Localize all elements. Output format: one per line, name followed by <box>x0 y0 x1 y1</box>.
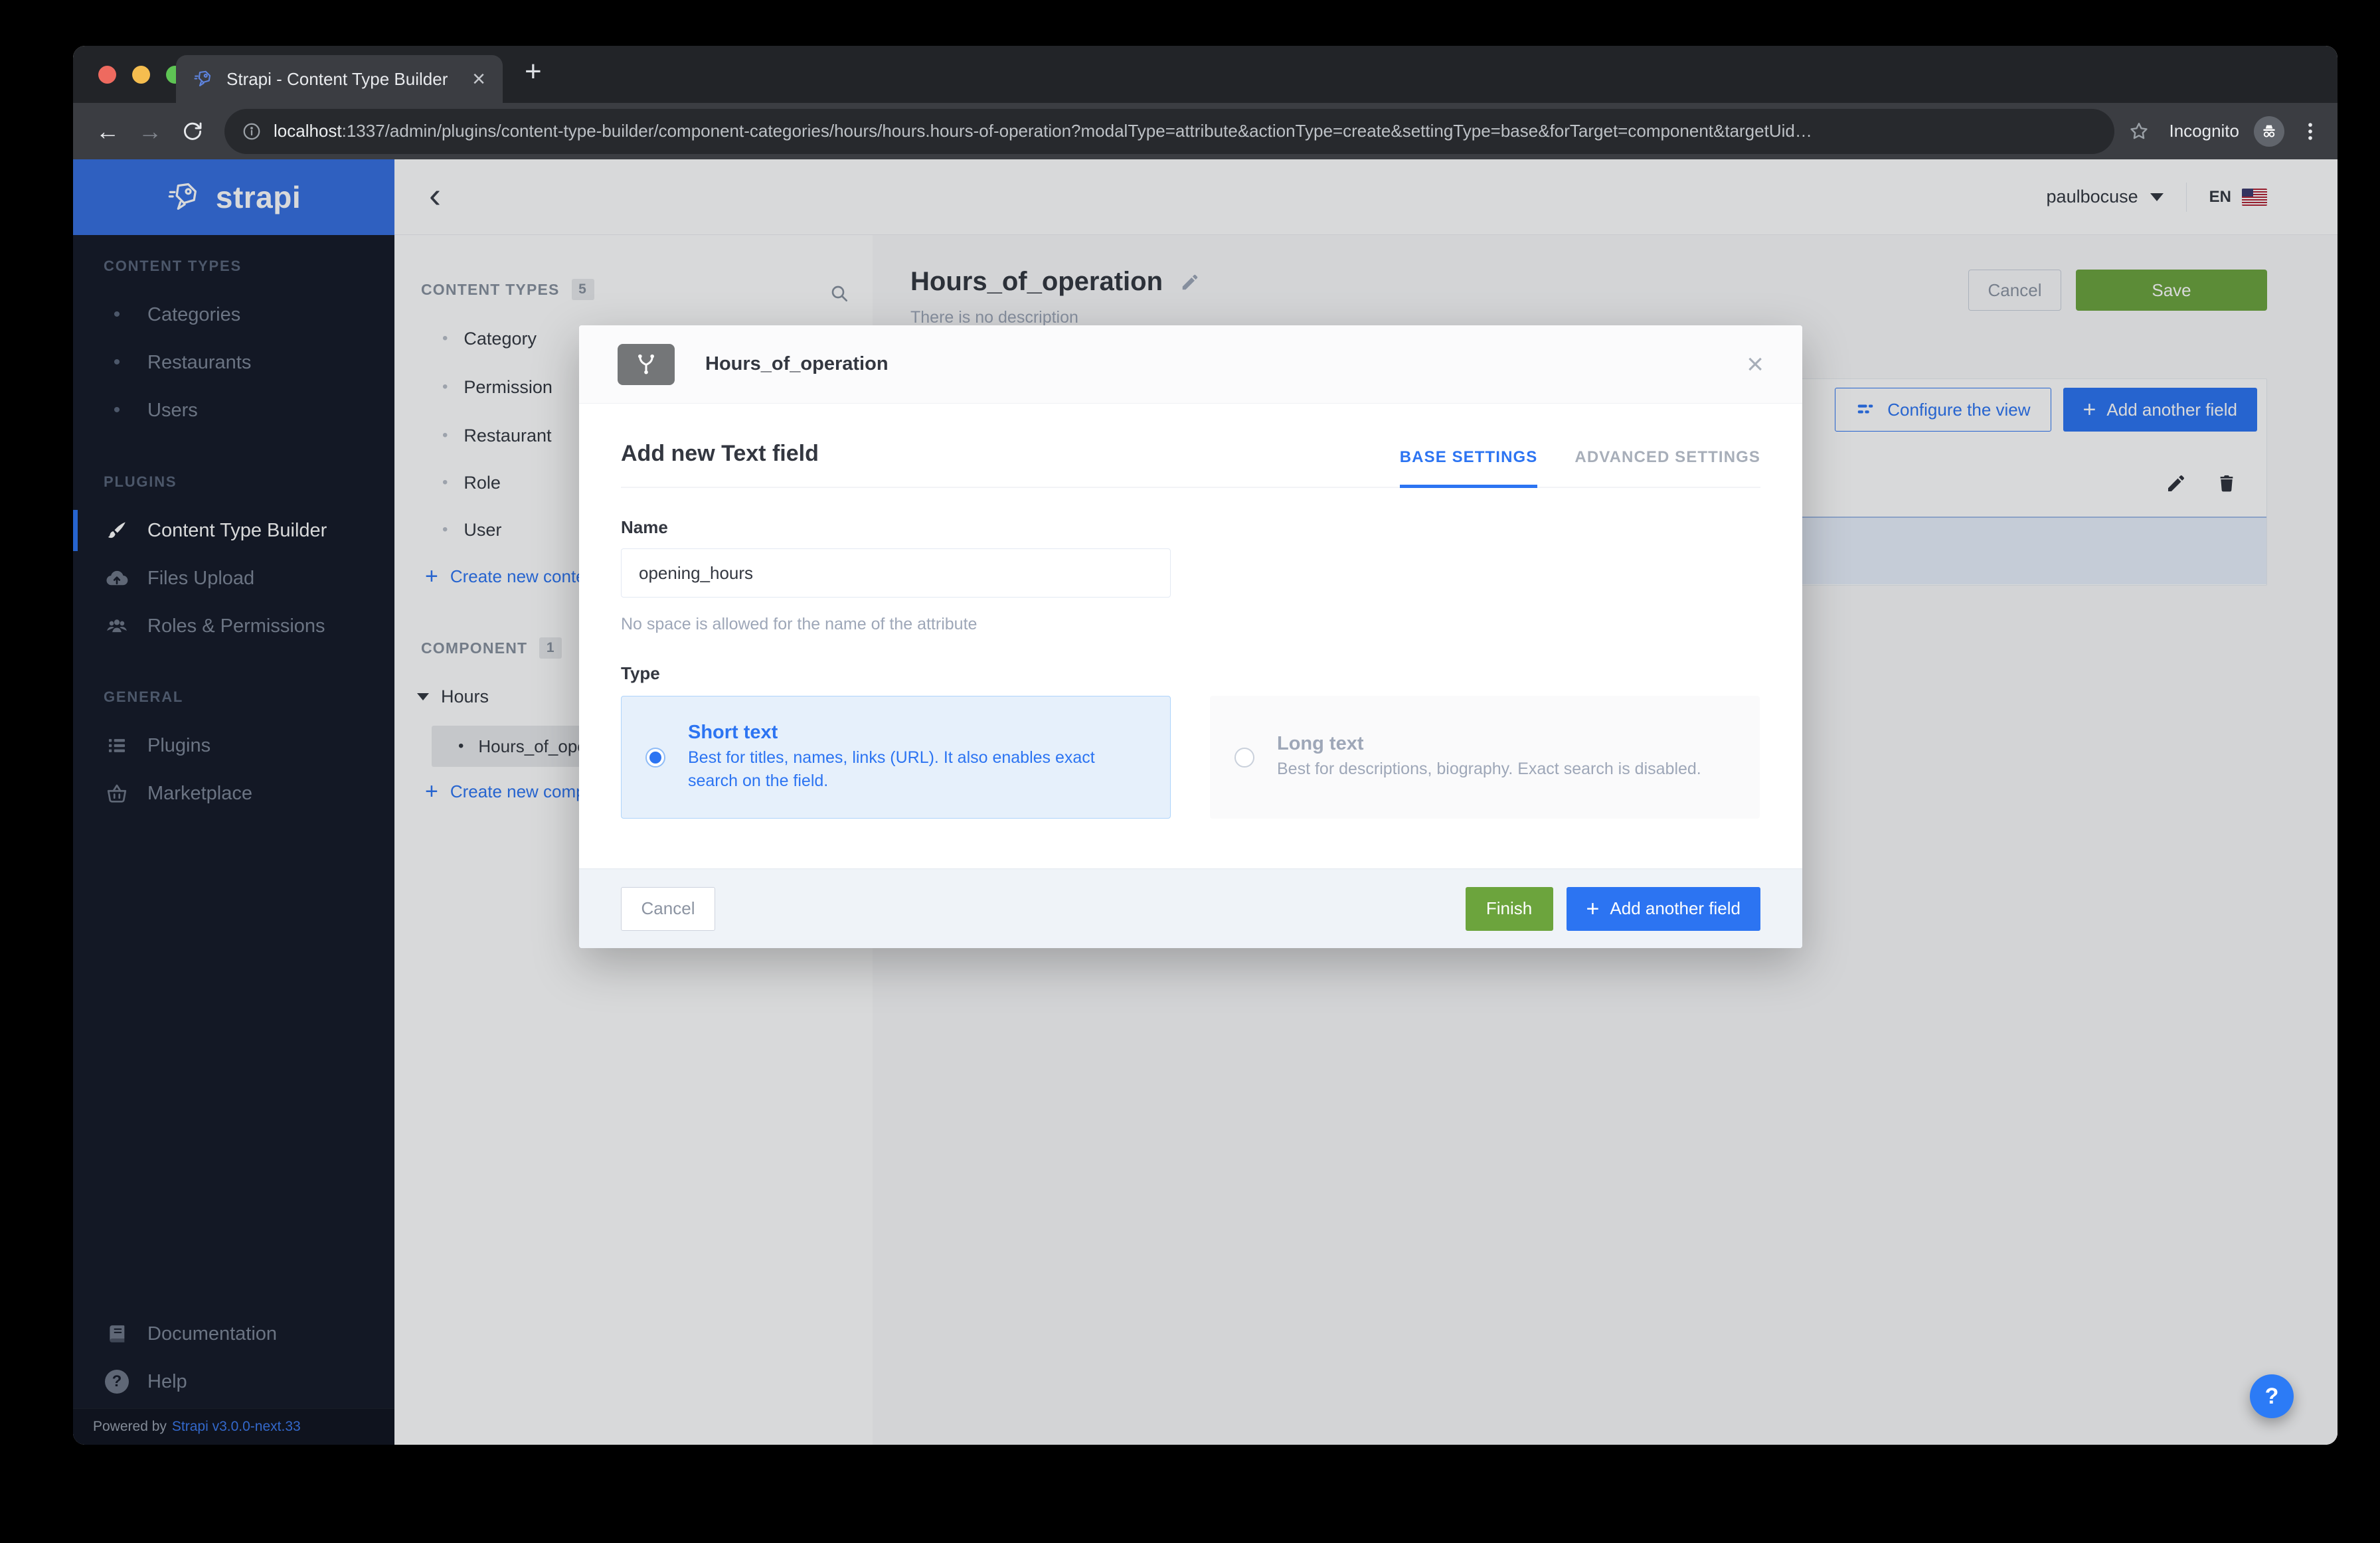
modal-title: Add new Text field <box>621 441 819 466</box>
browser-tab[interactable]: Strapi - Content Type Builder × <box>176 55 503 103</box>
tab-base-settings[interactable]: BASE SETTINGS <box>1399 448 1538 488</box>
name-helper-text: No space is allowed for the name of the … <box>621 615 978 633</box>
strapi-favicon-icon <box>193 69 213 89</box>
minimize-window-button[interactable] <box>132 66 150 84</box>
component-branch-icon <box>618 343 675 385</box>
modal-body: Add new Text field BASE SETTINGS ADVANCE… <box>579 404 1802 819</box>
new-tab-button[interactable]: + <box>525 55 542 88</box>
modal-footer: Cancel Finish + Add another field <box>579 868 1802 948</box>
radio-selected-icon[interactable] <box>645 747 665 768</box>
forward-icon[interactable]: → <box>131 118 169 145</box>
modal-title-row: Add new Text field BASE SETTINGS ADVANCE… <box>621 404 1760 488</box>
close-window-button[interactable] <box>98 66 116 84</box>
url-bar[interactable]: localhost:1337/admin/plugins/content-typ… <box>224 108 2115 154</box>
tab-advanced-settings[interactable]: ADVANCED SETTINGS <box>1574 448 1760 487</box>
name-field-label: Name <box>621 517 668 537</box>
type-option-short-text[interactable]: Short text Best for titles, names, links… <box>621 696 1171 819</box>
url-path: :1337/admin/plugins/content-type-builder… <box>341 121 1812 141</box>
url-text: localhost:1337/admin/plugins/content-typ… <box>274 121 1812 141</box>
modal-header-title: Hours_of_operation <box>705 353 889 374</box>
window-controls <box>98 66 184 84</box>
modal-footer-actions: Finish + Add another field <box>1465 886 1760 931</box>
modal-close-icon[interactable]: × <box>1746 349 1764 379</box>
bookmark-star-icon[interactable] <box>2128 120 2150 143</box>
tab-title: Strapi - Content Type Builder <box>226 68 448 89</box>
plus-icon: + <box>1586 896 1600 922</box>
incognito-icon <box>2254 116 2284 147</box>
url-host: localhost <box>274 121 342 141</box>
incognito-label: Incognito <box>2169 121 2239 141</box>
site-info-icon[interactable] <box>242 122 262 141</box>
type-option-title: Short text <box>688 721 778 743</box>
reload-icon[interactable] <box>174 120 211 143</box>
tab-close-icon[interactable]: × <box>472 68 485 90</box>
type-options: Short text Best for titles, names, links… <box>621 696 1760 819</box>
type-option-desc: Best for descriptions, biography. Exact … <box>1277 760 1701 779</box>
add-field-modal: Hours_of_operation × Add new Text field … <box>579 325 1802 948</box>
name-input[interactable] <box>621 548 1171 598</box>
modal-add-another-field-button[interactable]: + Add another field <box>1566 886 1760 931</box>
browser-menu-icon[interactable] <box>2299 120 2322 143</box>
type-option-desc: Best for titles, names, links (URL). It … <box>688 748 1095 791</box>
finish-button[interactable]: Finish <box>1465 886 1553 931</box>
modal-tabs: BASE SETTINGS ADVANCED SETTINGS <box>1399 448 1760 488</box>
modal-cancel-button[interactable]: Cancel <box>621 886 715 931</box>
modal-header: Hours_of_operation × <box>579 325 1802 404</box>
type-field-label: Type <box>621 663 660 683</box>
type-option-long-text[interactable]: Long text Best for descriptions, biograp… <box>1210 696 1760 819</box>
modal-add-field-label: Add another field <box>1610 898 1741 918</box>
browser-window: Strapi - Content Type Builder × + ← → lo… <box>73 46 2338 1445</box>
radio-unselected-icon[interactable] <box>1234 747 1254 768</box>
support-help-button[interactable]: ? <box>2250 1374 2294 1418</box>
type-option-title: Long text <box>1277 733 1364 755</box>
browser-tabstrip: Strapi - Content Type Builder × + <box>73 46 2338 103</box>
app-page: strapi CONTENT TYPES • Categories • Rest… <box>73 159 2338 1445</box>
browser-toolbar: ← → localhost:1337/admin/plugins/content… <box>73 103 2338 159</box>
back-icon[interactable]: ← <box>89 118 126 145</box>
